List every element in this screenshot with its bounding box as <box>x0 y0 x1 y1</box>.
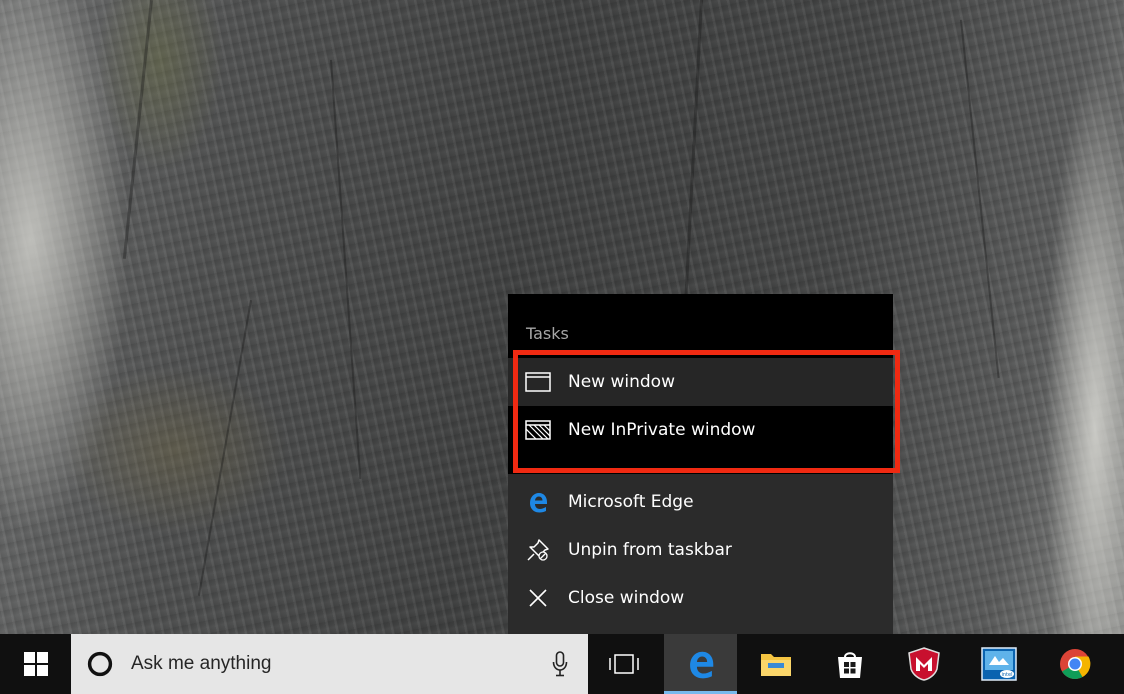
cortana-search-box[interactable]: Ask me anything <box>71 634 588 694</box>
tasks-heading: Tasks <box>526 324 569 343</box>
microsoft-edge-item[interactable]: Microsoft Edge <box>508 478 893 526</box>
taskbar: Ask me anything intel <box>0 634 1124 694</box>
intel-button[interactable]: intel <box>962 634 1036 694</box>
window-icon <box>508 358 568 406</box>
rock-texture <box>330 59 362 479</box>
new-window-item[interactable]: New window <box>508 358 893 406</box>
microphone-icon[interactable] <box>552 651 568 681</box>
rock-texture <box>122 0 153 259</box>
file-explorer-button[interactable] <box>740 634 812 694</box>
close-window-label: Close window <box>568 588 685 608</box>
store-button[interactable] <box>814 634 886 694</box>
rock-texture <box>197 300 252 596</box>
unpin-icon <box>508 526 568 574</box>
chrome-icon <box>1060 649 1091 680</box>
start-button[interactable] <box>0 634 71 694</box>
edge-icon <box>508 478 568 526</box>
unpin-from-taskbar-label: Unpin from taskbar <box>568 540 732 560</box>
rock-texture <box>960 19 1000 379</box>
close-window-item[interactable]: Close window <box>508 574 893 622</box>
chrome-button[interactable] <box>1038 634 1112 694</box>
windows-logo-icon <box>23 652 48 676</box>
task-view-icon <box>609 654 639 674</box>
edge-icon <box>689 651 713 679</box>
mcafee-button[interactable] <box>888 634 960 694</box>
inprivate-window-icon <box>508 406 568 454</box>
intel-graphics-icon: intel <box>981 647 1017 681</box>
new-inprivate-window-item[interactable]: New InPrivate window <box>508 406 893 454</box>
microsoft-edge-label: Microsoft Edge <box>568 492 694 512</box>
rock-texture <box>684 0 703 300</box>
task-view-button[interactable] <box>588 634 660 694</box>
unpin-from-taskbar-item[interactable]: Unpin from taskbar <box>508 526 893 574</box>
store-icon <box>838 652 862 678</box>
edge-taskbar-button[interactable] <box>664 634 737 694</box>
folder-icon <box>761 654 791 676</box>
edge-jump-list: Tasks New window New InPrivate window Mi… <box>508 294 893 634</box>
new-inprivate-window-label: New InPrivate window <box>568 420 756 440</box>
svg-text:intel: intel <box>1002 672 1013 678</box>
cortana-icon <box>87 651 113 677</box>
mcafee-icon <box>908 647 940 681</box>
new-window-label: New window <box>568 372 675 392</box>
close-icon <box>508 574 568 622</box>
search-placeholder: Ask me anything <box>131 653 272 674</box>
